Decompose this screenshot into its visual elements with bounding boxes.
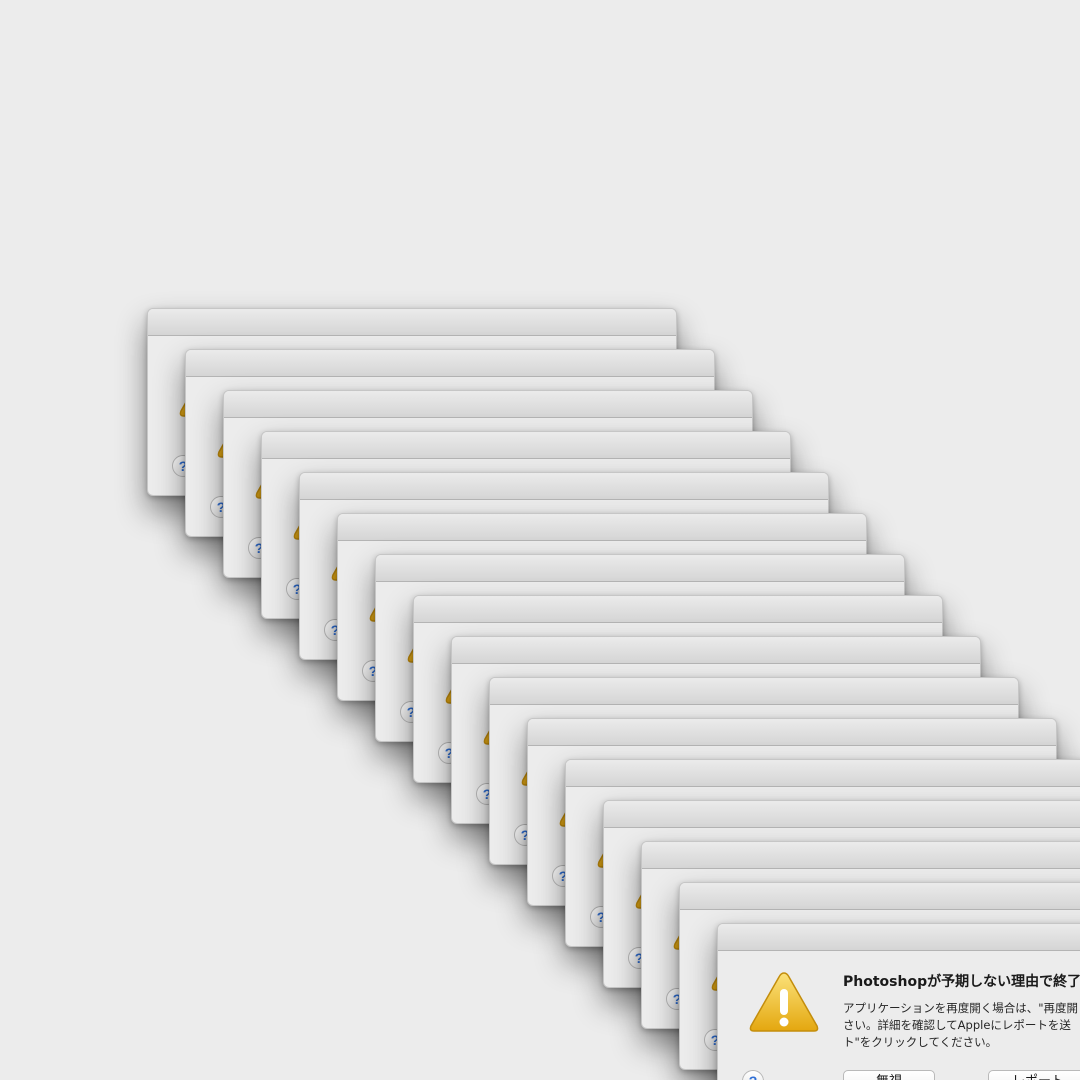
- dialog-titlebar[interactable]: [680, 883, 1080, 910]
- alert-message-line: アプリケーションを再度開く場合は、"再度開: [843, 1001, 1079, 1015]
- alert-message-line: さい。詳細を確認してAppleにレポートを送: [843, 1018, 1071, 1032]
- dialog-titlebar[interactable]: [262, 432, 790, 459]
- dialog-titlebar[interactable]: [642, 842, 1080, 869]
- dialog-titlebar[interactable]: [376, 555, 904, 582]
- alert-message: アプリケーションを再度開く場合は、"再度開 さい。詳細を確認してAppleにレポ…: [843, 1000, 1079, 1051]
- help-button[interactable]: ?: [742, 1070, 764, 1080]
- dialog-titlebar[interactable]: [566, 760, 1080, 787]
- report-button[interactable]: レポート: [988, 1070, 1080, 1080]
- desktop: ? Photoshopが予期しない理由で終了 アプリケーションを再度開く場合は、…: [0, 0, 1080, 1080]
- dialog-titlebar[interactable]: [414, 596, 942, 623]
- dialog-titlebar[interactable]: [338, 514, 866, 541]
- dialog-titlebar[interactable]: [528, 719, 1056, 746]
- ignore-button[interactable]: 無視: [843, 1070, 935, 1080]
- dialog-titlebar[interactable]: [604, 801, 1080, 828]
- dialog-titlebar[interactable]: [300, 473, 828, 500]
- dialog-titlebar[interactable]: [490, 678, 1018, 705]
- dialog-titlebar[interactable]: [224, 391, 752, 418]
- alert-message-line: ト"をクリックしてください。: [843, 1035, 998, 1049]
- crash-dialog[interactable]: ? Photoshopが予期しない理由で終了 アプリケーションを再度開く場合は、…: [717, 923, 1080, 1080]
- alert-title: Photoshopが予期しない理由で終了: [843, 974, 1080, 990]
- dialog-titlebar[interactable]: [186, 350, 714, 377]
- dialog-titlebar[interactable]: [148, 309, 676, 336]
- warning-icon: [749, 972, 819, 1032]
- dialog-titlebar[interactable]: [718, 924, 1080, 951]
- dialog-titlebar[interactable]: [452, 637, 980, 664]
